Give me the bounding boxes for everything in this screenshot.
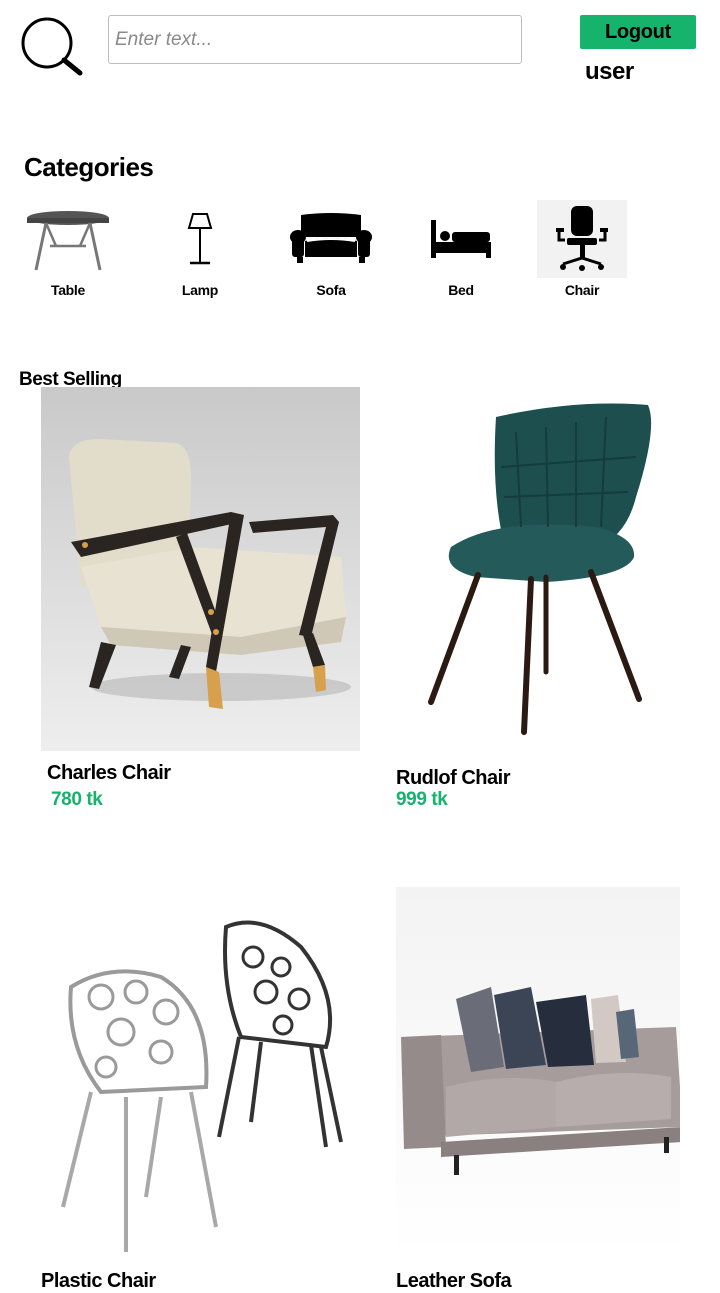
category-label: Sofa bbox=[316, 282, 346, 298]
product-price: 999 tk bbox=[396, 789, 448, 810]
sofa-image[interactable] bbox=[396, 887, 680, 1256]
office-chair-icon bbox=[537, 200, 627, 278]
category-label: Chair bbox=[564, 282, 600, 298]
logout-button[interactable]: Logout bbox=[580, 15, 696, 49]
search-input[interactable] bbox=[108, 15, 522, 64]
plastic-chairs-image[interactable] bbox=[41, 887, 360, 1256]
categories-heading: Categories bbox=[24, 152, 154, 182]
category-sofa[interactable]: Sofa bbox=[286, 200, 376, 310]
product-name: Plastic Chair bbox=[41, 1270, 156, 1292]
product-name: Rudlof Chair bbox=[396, 767, 511, 789]
category-table[interactable]: Table bbox=[23, 200, 113, 310]
category-lamp[interactable]: Lamp bbox=[155, 200, 245, 310]
armchair-image[interactable] bbox=[41, 387, 360, 751]
product-price: 780 tk bbox=[51, 789, 103, 810]
leather-chair-image[interactable] bbox=[396, 387, 680, 751]
product-name: Charles Chair bbox=[47, 762, 171, 784]
lamp-icon bbox=[155, 200, 245, 278]
category-label: Bed bbox=[448, 282, 474, 298]
category-label: Table bbox=[50, 282, 86, 298]
bed-icon bbox=[416, 200, 506, 278]
table-icon bbox=[23, 200, 113, 278]
category-chair[interactable]: Chair bbox=[537, 200, 627, 310]
category-label: Lamp bbox=[181, 282, 219, 298]
sofa-icon bbox=[286, 200, 376, 278]
category-bed[interactable]: Bed bbox=[416, 200, 506, 310]
product-name: Leather Sofa bbox=[396, 1270, 512, 1292]
search-icon[interactable] bbox=[16, 16, 84, 76]
username-label: user bbox=[585, 58, 634, 85]
